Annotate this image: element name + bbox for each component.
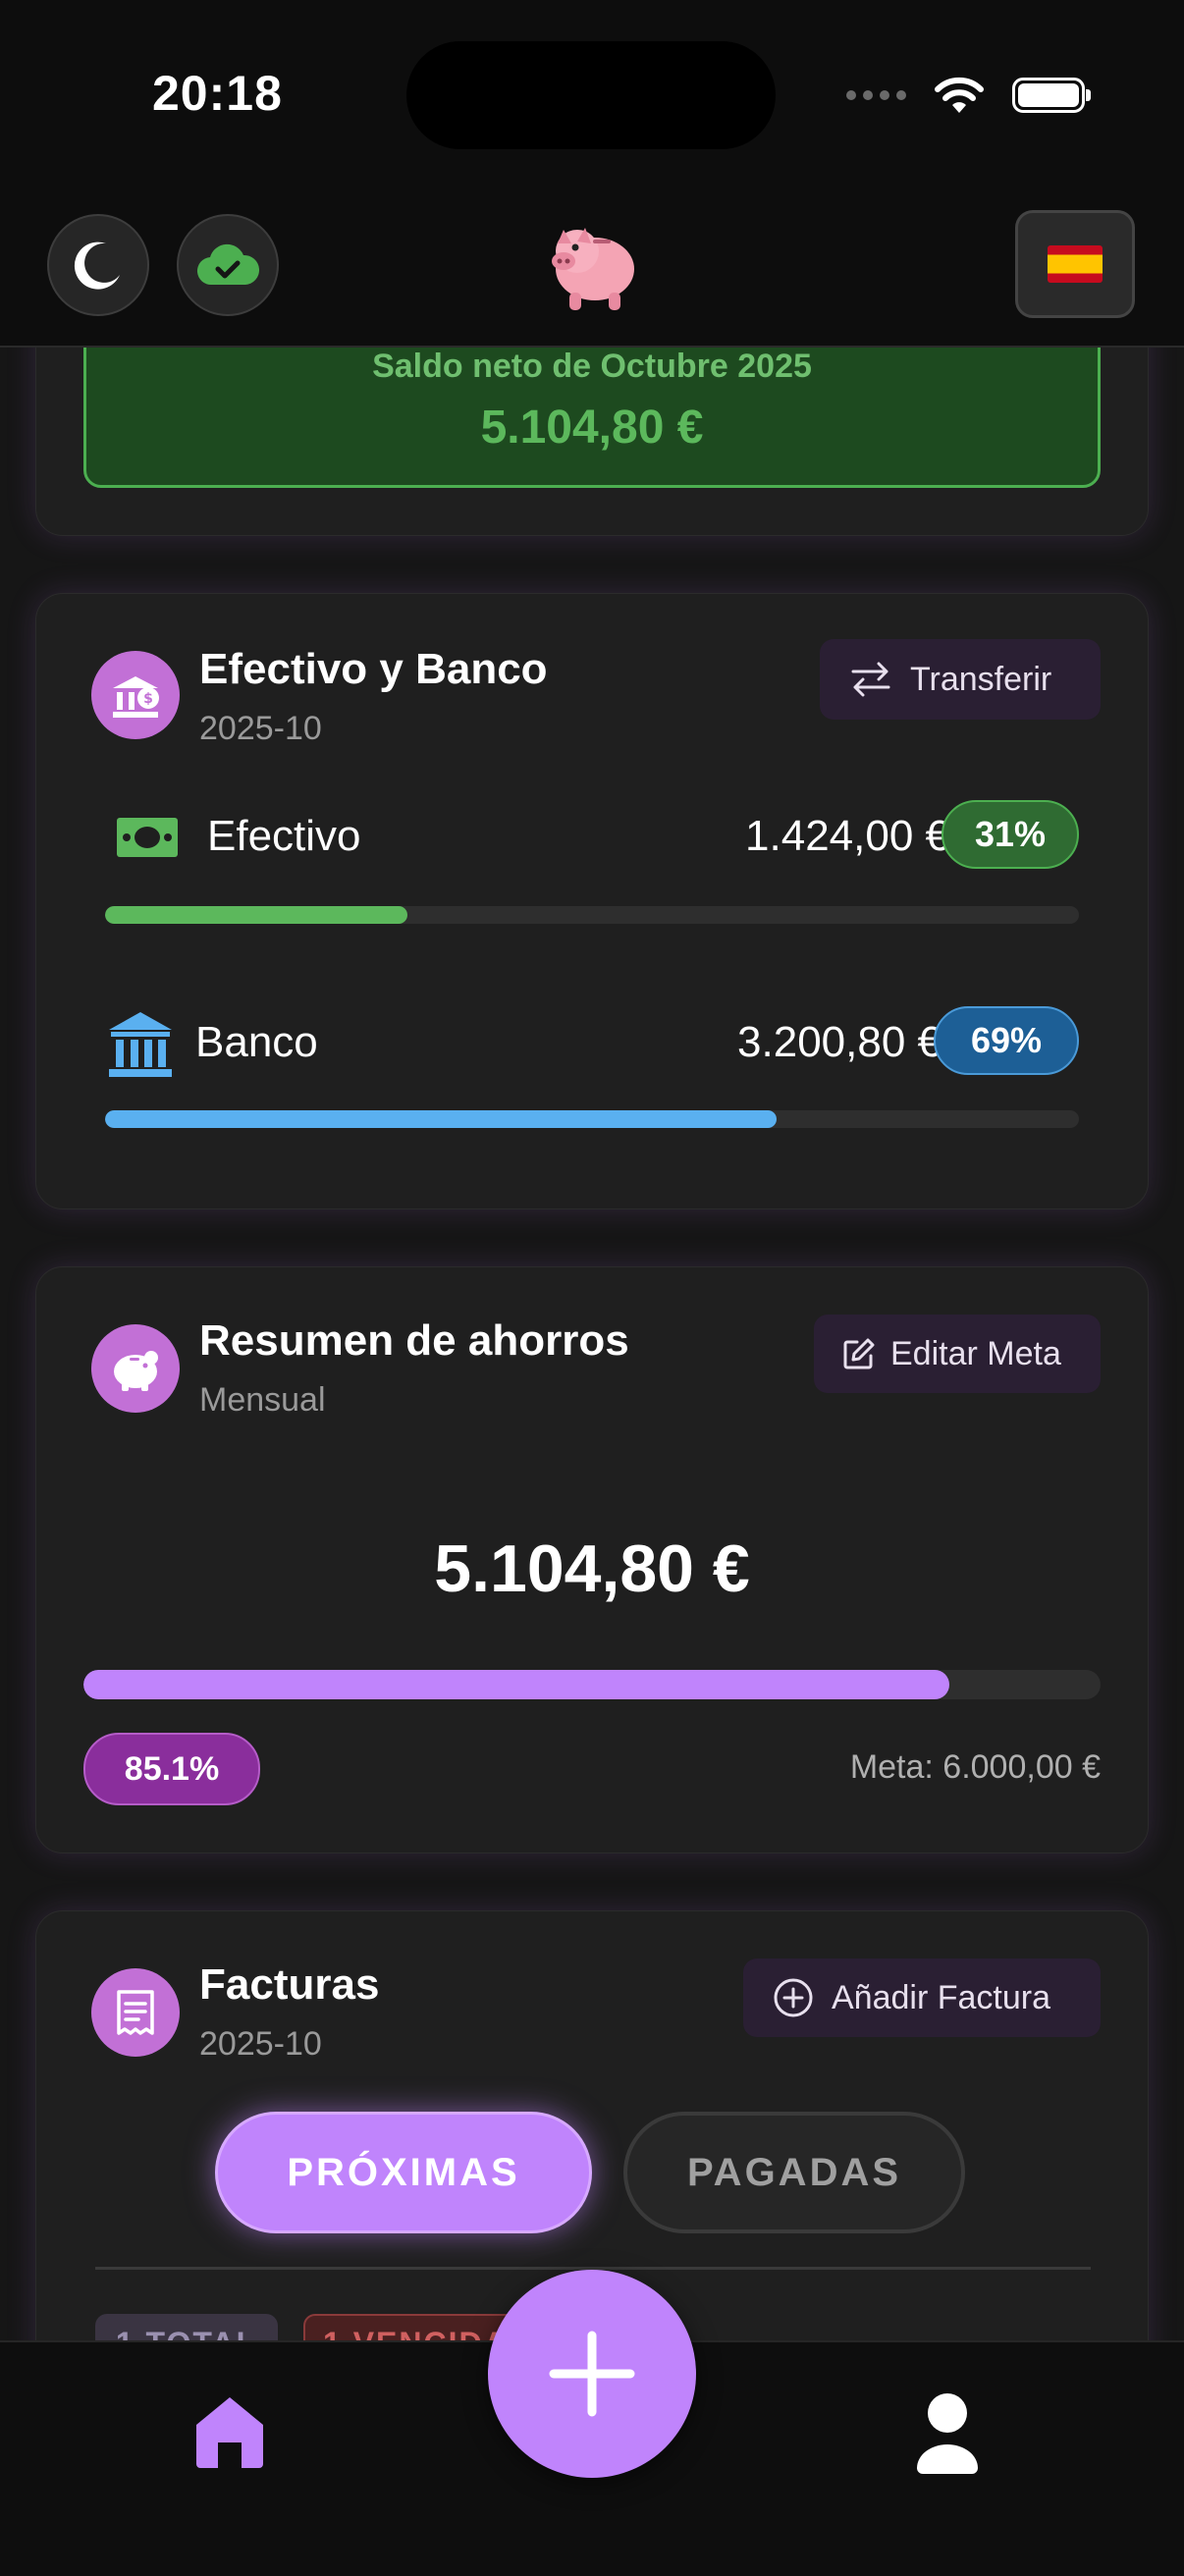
add-circle-icon bbox=[774, 1978, 813, 2017]
savings-icon-circle bbox=[91, 1324, 180, 1413]
spain-flag-icon bbox=[1048, 245, 1103, 283]
bills-title: Facturas bbox=[199, 1960, 380, 2009]
cash-amount: 1.424,00 € bbox=[745, 812, 949, 860]
cash-bank-title: Efectivo y Banco bbox=[199, 645, 548, 693]
edit-goal-label: Editar Meta bbox=[890, 1334, 1061, 1372]
transfer-arrows-icon bbox=[851, 662, 890, 697]
home-icon[interactable] bbox=[192, 2393, 267, 2472]
bank-icon bbox=[109, 1012, 172, 1077]
cash-progress-track bbox=[105, 906, 1079, 924]
add-bill-label: Añadir Factura bbox=[832, 1978, 1050, 2016]
bills-icon-circle bbox=[91, 1968, 180, 2057]
cloud-check-icon bbox=[196, 243, 259, 286]
dynamic-island bbox=[406, 41, 776, 149]
svg-text:$: $ bbox=[143, 691, 153, 707]
edit-icon bbox=[843, 1338, 875, 1369]
savings-period: Mensual bbox=[199, 1381, 326, 1419]
bank-amount: 3.200,80 € bbox=[737, 1018, 942, 1066]
signal-icon bbox=[846, 90, 906, 100]
cash-percent-badge: 31% bbox=[942, 800, 1079, 869]
battery-icon bbox=[1012, 78, 1091, 113]
piggy-bank-icon bbox=[552, 228, 634, 310]
add-bill-button[interactable]: Añadir Factura bbox=[743, 1959, 1101, 2037]
savings-percent-badge: 85.1% bbox=[83, 1733, 260, 1805]
transfer-button[interactable]: Transferir bbox=[820, 639, 1101, 720]
savings-progress-track bbox=[83, 1670, 1101, 1699]
savings-card: Resumen de ahorros Mensual Editar Meta 5… bbox=[35, 1266, 1149, 1853]
top-bar: 20:18 bbox=[0, 0, 1184, 348]
bank-progress-track bbox=[105, 1110, 1079, 1128]
status-time: 20:18 bbox=[152, 66, 283, 121]
dark-mode-toggle[interactable] bbox=[47, 214, 149, 316]
language-button[interactable] bbox=[1015, 210, 1135, 318]
bank-percent-badge: 69% bbox=[934, 1006, 1079, 1075]
status-icons bbox=[846, 71, 1091, 120]
bank-progress-bar bbox=[105, 1110, 778, 1128]
moon-icon bbox=[74, 242, 120, 290]
bank-label: Banco bbox=[195, 1018, 318, 1066]
net-balance-label: Saldo neto de Octubre 2025 bbox=[372, 348, 812, 385]
receipt-icon bbox=[117, 1990, 154, 2035]
plus-icon bbox=[549, 2331, 635, 2417]
cash-bank-icon-circle: $ bbox=[91, 651, 180, 739]
add-transaction-button[interactable] bbox=[488, 2270, 696, 2478]
wifi-icon bbox=[935, 77, 984, 113]
cloud-sync-button[interactable] bbox=[177, 214, 279, 316]
savings-progress-bar bbox=[83, 1670, 949, 1699]
savings-amount: 5.104,80 € bbox=[434, 1531, 750, 1606]
cash-progress-bar bbox=[105, 906, 407, 924]
bank-money-icon: $ bbox=[113, 676, 159, 718]
cash-label: Efectivo bbox=[207, 812, 361, 860]
piggy-bank-logo bbox=[542, 208, 644, 316]
bills-period: 2025-10 bbox=[199, 2025, 322, 2063]
piggy-icon bbox=[114, 1351, 158, 1391]
profile-icon[interactable] bbox=[913, 2389, 982, 2478]
cash-bank-period: 2025-10 bbox=[199, 710, 322, 747]
cash-icon bbox=[117, 818, 178, 857]
tab-upcoming[interactable]: PRÓXIMAS bbox=[215, 2112, 592, 2233]
net-balance-value: 5.104,80 € bbox=[480, 402, 704, 454]
tab-paid[interactable]: PAGADAS bbox=[623, 2112, 965, 2233]
savings-title: Resumen de ahorros bbox=[199, 1316, 629, 1365]
savings-goal: Meta: 6.000,00 € bbox=[849, 1748, 1101, 1786]
transfer-label: Transferir bbox=[910, 660, 1052, 698]
cash-bank-card: $ Efectivo y Banco 2025-10 Transferir Ef… bbox=[35, 593, 1149, 1209]
edit-goal-button[interactable]: Editar Meta bbox=[814, 1315, 1101, 1393]
